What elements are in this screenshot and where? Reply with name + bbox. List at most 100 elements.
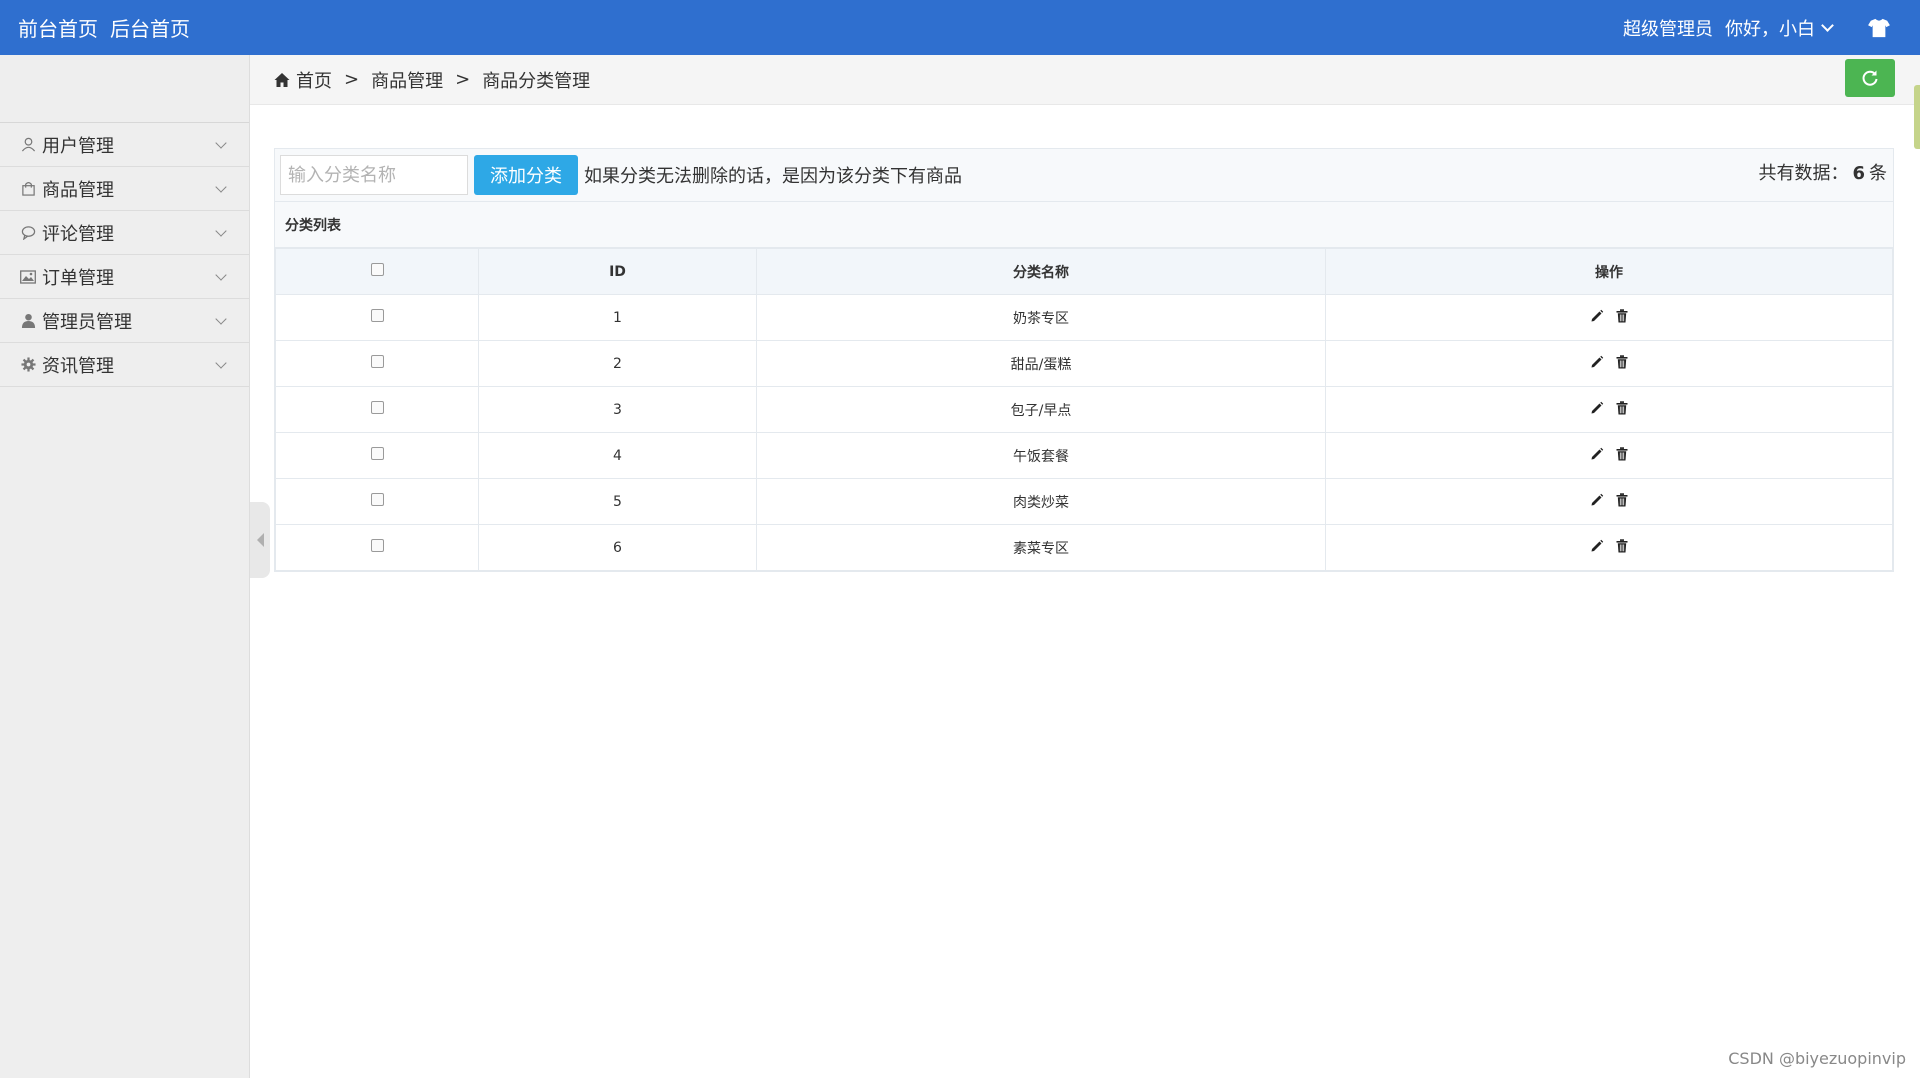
user-menu-toggle[interactable]: 你好，小白	[1725, 15, 1834, 41]
trash-icon[interactable]	[1616, 492, 1628, 507]
row-checkbox[interactable]	[370, 309, 384, 322]
row-ops	[1325, 386, 1893, 433]
table-header-row: ID 分类名称 操作	[275, 248, 1893, 295]
edit-icon[interactable]	[1590, 539, 1604, 553]
row-id: 2	[478, 340, 757, 387]
row-checkbox[interactable]	[370, 493, 384, 506]
row-checkbox[interactable]	[370, 447, 384, 460]
top-nav-links: 前台首页 后台首页	[0, 13, 202, 42]
row-name: 包子/早点	[756, 386, 1326, 433]
scroll-indicator	[1914, 85, 1920, 149]
list-title: 分类列表	[275, 202, 1893, 248]
breadcrumb-current: 商品分类管理	[482, 70, 591, 92]
row-ops	[1325, 524, 1893, 571]
row-checkbox-cell	[275, 340, 479, 387]
comment-icon	[20, 225, 36, 241]
table-row: 2 甜品/蛋糕	[275, 340, 1893, 387]
shopping-bag-icon	[20, 181, 36, 197]
row-ops	[1325, 340, 1893, 387]
count-value: 6	[1852, 163, 1865, 184]
user-area: 超级管理员 你好，小白	[1623, 15, 1920, 41]
edit-icon[interactable]	[1590, 309, 1604, 323]
refresh-icon	[1862, 70, 1878, 86]
refresh-button[interactable]	[1845, 59, 1895, 97]
table-row: 6 素菜专区	[275, 524, 1893, 571]
breadcrumb-level1[interactable]: 商品管理	[371, 67, 443, 93]
header-name: 分类名称	[756, 248, 1326, 295]
front-home-link[interactable]: 前台首页	[18, 13, 98, 42]
sidebar-header	[0, 55, 249, 123]
add-category-button[interactable]: 添加分类	[474, 155, 578, 195]
row-checkbox[interactable]	[370, 355, 384, 368]
row-ops	[1325, 432, 1893, 479]
edit-icon[interactable]	[1590, 447, 1604, 461]
breadcrumb: 首页 > 商品管理 > 商品分类管理	[250, 55, 1920, 149]
trash-icon[interactable]	[1616, 446, 1628, 461]
header-ops: 操作	[1325, 248, 1893, 295]
chevron-down-icon	[215, 269, 227, 281]
role-label: 超级管理员	[1623, 18, 1713, 40]
row-id: 3	[478, 386, 757, 433]
sidebar-item-news[interactable]: 资讯管理	[0, 343, 249, 387]
select-all-cell	[275, 248, 479, 295]
row-checkbox-cell	[275, 386, 479, 433]
header-id: ID	[478, 248, 757, 295]
row-checkbox-cell	[275, 524, 479, 571]
row-id: 4	[478, 432, 757, 479]
sidebar-item-products[interactable]: 商品管理	[0, 167, 249, 211]
delete-hint-text: 如果分类无法删除的话，是因为该分类下有商品	[584, 166, 962, 187]
shirt-icon[interactable]	[1868, 18, 1890, 38]
row-ops	[1325, 294, 1893, 341]
chevron-down-icon	[215, 181, 227, 193]
user-solid-icon	[20, 313, 36, 329]
table-row: 4 午饭套餐	[275, 432, 1893, 479]
breadcrumb-separator: >	[344, 69, 360, 90]
chevron-down-icon	[215, 313, 227, 325]
sidebar-item-orders[interactable]: 订单管理	[0, 255, 249, 299]
watermark: CSDN @biyezuopinvip	[1728, 1049, 1906, 1068]
row-id: 1	[478, 294, 757, 341]
home-icon	[274, 72, 290, 87]
edit-icon[interactable]	[1590, 401, 1604, 415]
row-checkbox-cell	[275, 294, 479, 341]
record-count: 共有数据： 6 条	[1758, 159, 1887, 185]
breadcrumb-separator: >	[455, 69, 471, 90]
row-id: 6	[478, 524, 757, 571]
row-name: 甜品/蛋糕	[756, 340, 1326, 387]
row-name: 午饭套餐	[756, 432, 1326, 479]
sidebar-item-label: 管理员管理	[42, 311, 132, 333]
trash-icon[interactable]	[1616, 538, 1628, 553]
select-all-checkbox[interactable]	[370, 263, 384, 276]
edit-icon[interactable]	[1590, 355, 1604, 369]
row-checkbox-cell	[275, 478, 479, 525]
chevron-down-icon	[1821, 18, 1834, 32]
trash-icon[interactable]	[1616, 308, 1628, 323]
row-checkbox[interactable]	[370, 401, 384, 414]
row-id: 5	[478, 478, 757, 525]
row-name: 素菜专区	[756, 524, 1326, 571]
sidebar-item-comments[interactable]: 评论管理	[0, 211, 249, 255]
category-name-input[interactable]	[280, 155, 468, 195]
top-navbar: 前台首页 后台首页 超级管理员 你好，小白	[0, 0, 1920, 55]
sidebar-item-label: 用户管理	[42, 135, 114, 157]
trash-icon[interactable]	[1616, 354, 1628, 369]
sidebar-item-admins[interactable]: 管理员管理	[0, 299, 249, 343]
sidebar-item-users[interactable]: 用户管理	[0, 123, 249, 167]
row-name: 奶茶专区	[756, 294, 1326, 341]
sidebar-item-label: 评论管理	[42, 223, 114, 245]
category-panel: 添加分类 如果分类无法删除的话，是因为该分类下有商品 共有数据：6条 分类列表 …	[274, 148, 1894, 572]
count-prefix: 共有数据：	[1758, 163, 1849, 184]
table-row: 3 包子/早点	[275, 386, 1893, 433]
chevron-down-icon	[215, 137, 227, 149]
chevron-down-icon	[215, 357, 227, 369]
row-checkbox-cell	[275, 432, 479, 479]
back-home-link[interactable]: 后台首页	[110, 13, 190, 42]
table-row: 5 肉类炒菜	[275, 478, 1893, 525]
sidebar: 用户管理 商品管理 评论管理 订单管理 管理员管理 资讯管理	[0, 55, 250, 1078]
row-checkbox[interactable]	[370, 539, 384, 552]
sidebar-item-label: 订单管理	[42, 267, 114, 289]
category-toolbar: 添加分类 如果分类无法删除的话，是因为该分类下有商品 共有数据：6条	[275, 149, 1893, 202]
breadcrumb-home[interactable]: 首页	[296, 67, 332, 93]
trash-icon[interactable]	[1616, 400, 1628, 415]
edit-icon[interactable]	[1590, 493, 1604, 507]
